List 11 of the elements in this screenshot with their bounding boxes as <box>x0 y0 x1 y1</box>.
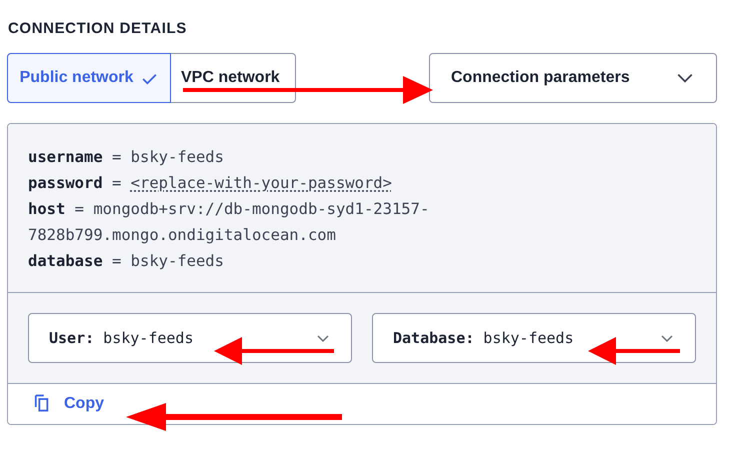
format-dropdown[interactable]: Connection parameters <box>429 53 717 103</box>
filter-select[interactable]: User: bsky-feeds <box>28 313 352 363</box>
section-title: CONNECTION DETAILS <box>8 20 188 37</box>
parameter-line: password = <replace-with-your-password> <box>28 173 393 194</box>
network-tab[interactable]: Public network <box>7 53 171 103</box>
parameter-line: database = bsky-feeds <box>28 251 225 272</box>
network-tab[interactable]: VPC network <box>171 53 296 103</box>
copy-icon <box>34 394 50 413</box>
parameter-line: username = bsky-feeds <box>28 147 225 168</box>
copy-button[interactable]: Copy <box>28 392 110 415</box>
filter-select[interactable]: Database: bsky-feeds <box>372 313 696 363</box>
